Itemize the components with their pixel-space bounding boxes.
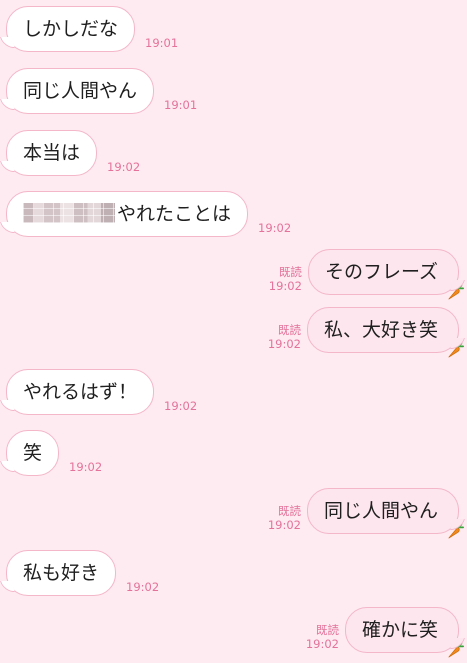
carrot-icon: [448, 522, 464, 539]
message-meta: 既読 19:02: [268, 323, 301, 351]
message-row: 既読 19:02 私、大好き笑: [268, 307, 464, 358]
message-bubble[interactable]: やれるはず！: [6, 369, 155, 415]
carrot-icon: [448, 341, 464, 358]
message-row: 私も好き 19:02: [6, 550, 159, 596]
read-receipt: 既読: [278, 265, 302, 279]
message-meta: 既読 19:02: [306, 623, 339, 651]
message-bubble[interactable]: 本当は: [6, 130, 98, 176]
message-meta: 既読 19:02: [268, 504, 301, 532]
message-row: 既読 19:02 同じ人間やん: [268, 488, 464, 539]
message-bubble[interactable]: 同じ人間やん: [6, 68, 155, 114]
carrot-icon: [448, 641, 464, 658]
timestamp: 19:01: [145, 36, 179, 50]
timestamp: 19:02: [107, 160, 141, 174]
message-row: やれたことは 19:02: [6, 191, 291, 237]
message-bubble[interactable]: やれたことは: [6, 191, 249, 237]
message-bubble[interactable]: 同じ人間やん: [306, 488, 464, 539]
message-row: 同じ人間やん 19:01: [6, 68, 197, 114]
read-receipt: 既読: [315, 623, 339, 637]
message-bubble[interactable]: しかしだな: [6, 6, 136, 52]
message-text: そのフレーズ: [324, 261, 438, 283]
message-row: 本当は 19:02: [6, 130, 140, 176]
message-row: 笑 19:02: [6, 430, 102, 476]
timestamp: 19:02: [267, 337, 301, 351]
message-meta: 既読 19:02: [269, 265, 302, 293]
message-text: 私も好き: [23, 562, 100, 584]
message-bubble[interactable]: 私も好き: [6, 550, 117, 596]
message-text: 私、大好き笑: [323, 319, 438, 341]
timestamp: 19:02: [126, 580, 160, 594]
timestamp: 19:02: [305, 637, 339, 651]
message-row: 既読 19:02 確かに笑: [306, 607, 464, 658]
read-receipt: 既読: [277, 504, 301, 518]
message-text: しかしだな: [23, 18, 119, 40]
message-text: 同じ人間やん: [23, 80, 138, 102]
message-bubble[interactable]: そのフレーズ: [307, 249, 464, 300]
timestamp: 19:02: [268, 279, 302, 293]
carrot-icon: [448, 283, 464, 300]
message-bubble[interactable]: 笑: [6, 430, 60, 476]
message-bubble[interactable]: 確かに笑: [344, 607, 464, 658]
message-text: やれたことは: [117, 203, 232, 225]
redacted-mosaic: [23, 202, 115, 223]
message-text: やれるはず！: [23, 381, 138, 403]
chat-thread[interactable]: しかしだな 19:01 同じ人間やん 19:01 本当は 19:02 やれたこと…: [0, 0, 467, 663]
message-row: 既読 19:02 そのフレーズ: [269, 249, 464, 300]
read-receipt: 既読: [277, 323, 301, 337]
message-bubble[interactable]: 私、大好き笑: [306, 307, 464, 358]
timestamp: 19:02: [69, 460, 103, 474]
timestamp: 19:02: [164, 399, 198, 413]
timestamp: 19:02: [267, 518, 301, 532]
timestamp: 19:02: [258, 221, 292, 235]
message-text: 確かに笑: [361, 619, 438, 641]
timestamp: 19:01: [164, 98, 198, 112]
message-row: しかしだな 19:01: [6, 6, 178, 52]
message-text: 笑: [23, 442, 43, 464]
message-text: 同じ人間やん: [323, 500, 438, 522]
message-text: 本当は: [23, 142, 81, 164]
message-row: やれるはず！ 19:02: [6, 369, 197, 415]
